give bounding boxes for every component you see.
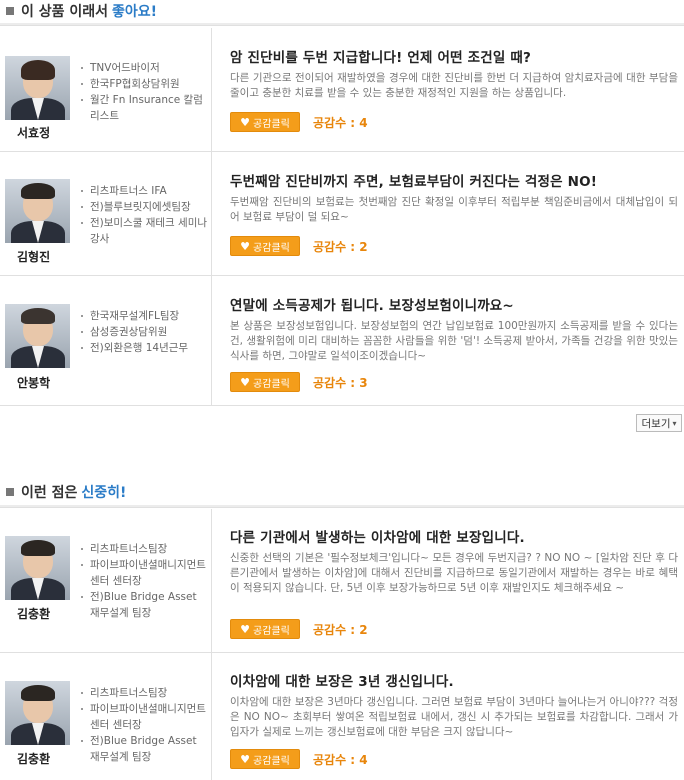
expert-photo bbox=[5, 536, 70, 600]
opinion-headline: 암 진단비를 두번 지급합니다! 언제 어떤 조건일 때? bbox=[230, 50, 532, 66]
expert-photo bbox=[5, 56, 70, 120]
agree-button[interactable]: ♥ 공감클릭 bbox=[230, 749, 300, 769]
opinion-card: 김충환 리츠파트너스팀장 파이브파이낸셜매니지먼트센터 센터장 전)Blue B… bbox=[0, 509, 684, 653]
opinion-card: 안봉학 한국재무설계FL팀장 삼성증권상담위원 전)외환은행 14년근무 연말에… bbox=[0, 276, 684, 406]
agree-button-label: 공감클릭 bbox=[253, 378, 290, 390]
agree-button-label: 공감클릭 bbox=[253, 625, 290, 637]
agree-count: 공감수 : 4 bbox=[313, 115, 368, 130]
agree-count: 공감수 : 4 bbox=[313, 752, 368, 767]
section-title-accent: 신중히! bbox=[81, 485, 127, 501]
agree-count: 공감수 : 3 bbox=[313, 375, 368, 390]
section-title-cons: 이런 점은 신중히! bbox=[0, 480, 126, 504]
expert-credentials: 리츠파트너스팀장 파이브파이낸셜매니지먼트센터 센터장 전)Blue Bridg… bbox=[80, 685, 208, 765]
credential-item: 리츠파트너스팀장 bbox=[80, 541, 208, 557]
credential-item: 삼성증권상담위원 bbox=[80, 324, 208, 340]
agree-button[interactable]: ♥ 공감클릭 bbox=[230, 372, 300, 392]
opinion-headline: 다른 기관에서 발생하는 이차암에 대한 보장입니다. bbox=[230, 530, 525, 546]
expert-name: 김형진 bbox=[17, 250, 51, 264]
more-button-label: 더보기 bbox=[641, 417, 671, 430]
section-divider bbox=[0, 23, 684, 26]
opinion-headline: 이차암에 대한 보장은 3년 갱신입니다. bbox=[230, 674, 454, 690]
credential-item: 한국FP협회상담위원 bbox=[80, 76, 208, 92]
credential-item: 전)외환은행 14년근무 bbox=[80, 340, 208, 356]
expert-credentials: 리츠파트너스 IFA 전)블루브릿지에셋팀장 전)보미스쿨 재테크 세미나 강사 bbox=[80, 183, 208, 247]
agree-button[interactable]: ♥ 공감클릭 bbox=[230, 112, 300, 132]
credential-item: TNV어드바이저 bbox=[80, 60, 208, 76]
agree-row: ♥ 공감클릭 공감수 : 3 bbox=[230, 372, 368, 392]
heart-icon: ♥ bbox=[240, 752, 251, 766]
section-title-pros: 이 상품 이래서 좋아요! bbox=[0, 0, 684, 23]
opinion-content: 이차암에 대한 보장은 3년 갱신입니다. 이차암에 대한 보장은 3년마다 갱… bbox=[212, 653, 684, 780]
agree-row: ♥ 공감클릭 공감수 : 4 bbox=[230, 749, 368, 769]
heart-icon: ♥ bbox=[240, 115, 251, 129]
heart-icon: ♥ bbox=[240, 239, 251, 253]
section-title-accent: 좋아요! bbox=[112, 4, 158, 20]
credential-item: 전)Blue Bridge Asset 재무설계 팀장 bbox=[80, 589, 208, 621]
credential-item: 리츠파트너스 IFA bbox=[80, 183, 208, 199]
opinion-content: 다른 기관에서 발생하는 이차암에 대한 보장입니다. 신중한 선택의 기본은 … bbox=[212, 509, 684, 652]
opinion-description: 다른 기관으로 전이되어 재발하였을 경우에 대한 진단비를 한번 더 지급하여… bbox=[230, 72, 678, 99]
expert-profile: 서효정 TNV어드바이저 한국FP협회상담위원 월간 Fn Insurance … bbox=[0, 28, 212, 151]
agree-row: ♥ 공감클릭 공감수 : 2 bbox=[230, 236, 368, 256]
bullet-square-icon bbox=[6, 7, 14, 15]
expert-name: 서효정 bbox=[17, 126, 51, 140]
expert-credentials: TNV어드바이저 한국FP협회상담위원 월간 Fn Insurance 칼럼리스… bbox=[80, 60, 208, 124]
expert-profile: 김충환 리츠파트너스팀장 파이브파이낸셜매니지먼트센터 센터장 전)Blue B… bbox=[0, 653, 212, 780]
agree-row: ♥ 공감클릭 공감수 : 4 bbox=[230, 112, 368, 132]
heart-icon: ♥ bbox=[240, 622, 251, 636]
credential-item: 전)블루브릿지에셋팀장 bbox=[80, 199, 208, 215]
section-title-prefix: 이 상품 이래서 bbox=[21, 4, 109, 20]
expert-name: 안봉학 bbox=[17, 376, 51, 390]
expert-profile: 안봉학 한국재무설계FL팀장 삼성증권상담위원 전)외환은행 14년근무 bbox=[0, 276, 212, 405]
expert-name: 김충환 bbox=[17, 607, 51, 621]
opinion-headline: 연말에 소득공제가 됩니다. 보장성보험이니까요~ bbox=[230, 298, 514, 314]
credential-item: 월간 Fn Insurance 칼럼리스트 bbox=[80, 92, 208, 124]
opinion-headline: 두번째암 진단비까지 주면, 보험료부담이 커진다는 걱정은 NO! bbox=[230, 174, 598, 190]
opinion-description: 두번째암 진단비의 보험료는 첫번째암 진단 확정일 이후부터 적립부분 책임준… bbox=[230, 196, 678, 223]
expert-photo bbox=[5, 179, 70, 243]
credential-item: 한국재무설계FL팀장 bbox=[80, 308, 208, 324]
chevron-down-icon: ▾ bbox=[672, 418, 677, 428]
section-title-prefix: 이런 점은 bbox=[21, 485, 78, 501]
credential-item: 리츠파트너스팀장 bbox=[80, 685, 208, 701]
credential-item: 파이브파이낸셜매니지먼트센터 센터장 bbox=[80, 701, 208, 733]
credential-item: 전)Blue Bridge Asset 재무설계 팀장 bbox=[80, 733, 208, 765]
agree-count: 공감수 : 2 bbox=[313, 239, 368, 254]
section-divider bbox=[0, 505, 684, 508]
opinion-card: 서효정 TNV어드바이저 한국FP협회상담위원 월간 Fn Insurance … bbox=[0, 28, 684, 152]
opinion-content: 암 진단비를 두번 지급합니다! 언제 어떤 조건일 때? 다른 기관으로 전이… bbox=[212, 28, 684, 151]
agree-count: 공감수 : 2 bbox=[313, 622, 368, 637]
expert-photo bbox=[5, 681, 70, 745]
expert-name: 김충환 bbox=[17, 752, 51, 766]
credential-item: 전)보미스쿨 재테크 세미나 강사 bbox=[80, 215, 208, 247]
expert-profile: 김충환 리츠파트너스팀장 파이브파이낸셜매니지먼트센터 센터장 전)Blue B… bbox=[0, 509, 212, 652]
more-button[interactable]: 더보기 ▾ bbox=[636, 414, 682, 432]
agree-button[interactable]: ♥ 공감클릭 bbox=[230, 619, 300, 639]
opinion-card: 김충환 리츠파트너스팀장 파이브파이낸셜매니지먼트센터 센터장 전)Blue B… bbox=[0, 653, 684, 780]
opinion-card: 김형진 리츠파트너스 IFA 전)블루브릿지에셋팀장 전)보미스쿨 재테크 세미… bbox=[0, 152, 684, 276]
agree-button[interactable]: ♥ 공감클릭 bbox=[230, 236, 300, 256]
agree-button-label: 공감클릭 bbox=[253, 755, 290, 767]
expert-credentials: 한국재무설계FL팀장 삼성증권상담위원 전)외환은행 14년근무 bbox=[80, 308, 208, 356]
agree-button-label: 공감클릭 bbox=[253, 242, 290, 254]
expert-credentials: 리츠파트너스팀장 파이브파이낸셜매니지먼트센터 센터장 전)Blue Bridg… bbox=[80, 541, 208, 621]
heart-icon: ♥ bbox=[240, 375, 251, 389]
opinion-content: 두번째암 진단비까지 주면, 보험료부담이 커진다는 걱정은 NO! 두번째암 … bbox=[212, 152, 684, 275]
opinion-description: 본 상품은 보장성보험입니다. 보장성보험의 연간 납입보험료 100만원까지 … bbox=[230, 320, 678, 362]
bullet-square-icon bbox=[6, 488, 14, 496]
expert-photo bbox=[5, 304, 70, 368]
opinion-content: 연말에 소득공제가 됩니다. 보장성보험이니까요~ 본 상품은 보장성보험입니다… bbox=[212, 276, 684, 405]
opinion-description: 신중한 선택의 기본은 '필수정보체크'입니다~ 모든 경우에 두번지급? ? … bbox=[230, 552, 678, 594]
agree-button-label: 공감클릭 bbox=[253, 118, 290, 130]
agree-row: ♥ 공감클릭 공감수 : 2 bbox=[230, 619, 368, 639]
expert-profile: 김형진 리츠파트너스 IFA 전)블루브릿지에셋팀장 전)보미스쿨 재테크 세미… bbox=[0, 152, 212, 275]
opinion-description: 이차암에 대한 보장은 3년마다 갱신입니다. 그러면 보험료 부담이 3년마다… bbox=[230, 696, 678, 738]
credential-item: 파이브파이낸셜매니지먼트센터 센터장 bbox=[80, 557, 208, 589]
